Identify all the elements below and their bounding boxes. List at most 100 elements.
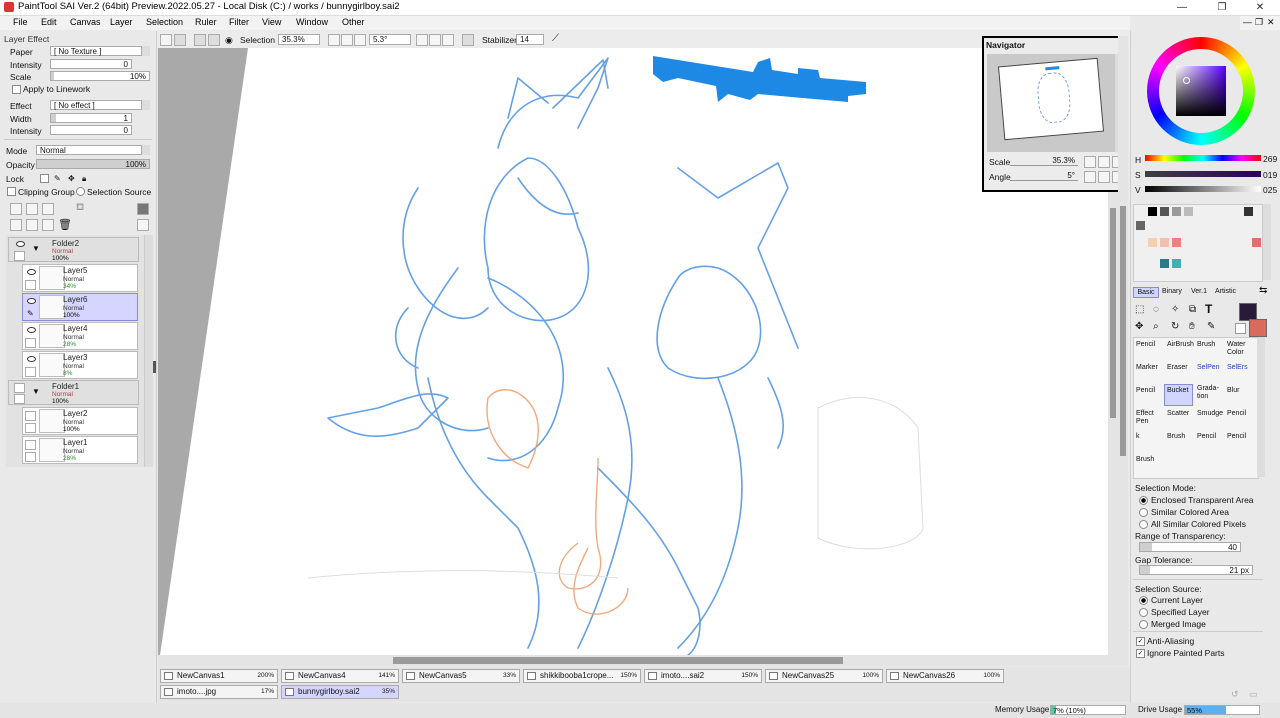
canvas-page[interactable] xyxy=(160,48,1118,655)
new-folder-icon[interactable] xyxy=(42,203,54,215)
magic-wand-icon[interactable]: ✧ xyxy=(1171,304,1179,315)
tool-smudge[interactable]: Smudge xyxy=(1197,410,1223,418)
layer-effect-header[interactable]: Layer Effect xyxy=(4,34,49,44)
menu-other[interactable]: Other xyxy=(342,17,365,27)
tab-bunnygirlboy-active[interactable]: bunnygirlboy.sai2 35% xyxy=(281,685,399,699)
zoom-in-icon[interactable] xyxy=(341,34,353,46)
tool-brush-2[interactable]: Brush xyxy=(1167,433,1185,441)
maximize-button[interactable]: ❐ xyxy=(1202,0,1242,15)
swatch-scrollbar[interactable] xyxy=(1263,204,1271,280)
lock-pen-icon[interactable]: ✎ xyxy=(54,174,61,183)
rotate-right-icon[interactable] xyxy=(429,34,441,46)
layer-lock-box[interactable] xyxy=(25,338,36,348)
undo-icon[interactable] xyxy=(160,34,172,46)
paper-select[interactable]: [ No Texture ] xyxy=(50,46,150,56)
layer-lock-box[interactable] xyxy=(25,367,36,377)
mask-icon[interactable] xyxy=(137,203,149,215)
swatch[interactable] xyxy=(1160,207,1169,216)
swatch[interactable] xyxy=(1136,221,1145,230)
tool-gradation[interactable]: Grada-tion xyxy=(1197,385,1219,401)
invert-selection-icon[interactable] xyxy=(208,34,220,46)
layer-list-scrollbar[interactable] xyxy=(144,235,153,467)
menu-view[interactable]: View xyxy=(262,17,281,27)
menu-ruler[interactable]: Ruler xyxy=(195,17,217,27)
eye-icon[interactable] xyxy=(27,298,36,304)
menu-filter[interactable]: Filter xyxy=(229,17,249,27)
swatch[interactable] xyxy=(1172,207,1181,216)
source-merged-radio[interactable] xyxy=(1139,620,1148,629)
doc-close-button[interactable]: ✕ xyxy=(1267,17,1275,28)
ignore-painted-checkbox[interactable]: ✓ xyxy=(1136,649,1145,658)
right-edge-scroll-thumb[interactable] xyxy=(1120,206,1126,456)
rotate-left-icon[interactable] xyxy=(416,34,428,46)
folder-row[interactable]: ▼ Folder2 Normal 100% xyxy=(8,237,139,262)
menu-selection[interactable]: Selection xyxy=(146,17,183,27)
line-tool-icon[interactable]: ⟋ xyxy=(552,33,559,44)
apply-linework-checkbox[interactable] xyxy=(12,85,21,94)
tab-newcanvas1[interactable]: NewCanvas1 200% xyxy=(160,669,278,683)
tool-pencil[interactable]: Pencil xyxy=(1136,341,1155,349)
trash-icon[interactable]: 🗑︎ xyxy=(58,218,72,231)
eyedropper-icon[interactable]: ✎ xyxy=(1207,321,1215,332)
tab-newcanvas5[interactable]: NewCanvas5 33% xyxy=(402,669,520,683)
eye-icon[interactable] xyxy=(27,356,36,362)
flip-icon[interactable] xyxy=(462,34,474,46)
tool-brush[interactable]: Brush xyxy=(1197,341,1215,349)
tool-watercolor[interactable]: Water Color xyxy=(1227,341,1249,357)
tool-bucket-selected[interactable]: Bucket xyxy=(1164,384,1193,406)
rotate-icon[interactable]: ↻ xyxy=(1171,321,1179,332)
gap-slider[interactable]: 21 px xyxy=(1139,565,1253,575)
color-wheel[interactable] xyxy=(1147,37,1255,145)
canvas-horizontal-scrollbar[interactable] xyxy=(158,655,1118,666)
lock-icon[interactable]: 🔒︎ xyxy=(82,174,86,184)
sv-square[interactable] xyxy=(1176,66,1226,116)
layer-row[interactable]: Layer5 Normal 34% xyxy=(22,264,138,292)
folder-row[interactable]: ▼ Folder1 Normal 100% xyxy=(8,380,139,405)
transfer-down-icon[interactable] xyxy=(10,219,22,231)
effect-select[interactable]: [ No effect ] xyxy=(50,100,150,110)
lock-transparency-checkbox[interactable] xyxy=(40,174,49,183)
rect-select-icon[interactable]: ⬚ xyxy=(1135,304,1144,315)
menu-window[interactable]: Window xyxy=(296,17,328,27)
swatch[interactable] xyxy=(1160,238,1169,247)
tool-selpen[interactable]: SelPen xyxy=(1197,364,1220,372)
tool-blur[interactable]: Blur xyxy=(1227,387,1239,395)
tab-imoto-sai2[interactable]: imoto....sai2 150% xyxy=(644,669,762,683)
tool-airbrush[interactable]: AirBrush xyxy=(1167,341,1194,349)
rotate-right-icon[interactable] xyxy=(1098,171,1110,183)
eye-icon[interactable] xyxy=(27,327,36,333)
visibility-box[interactable] xyxy=(14,383,25,393)
rotate-reset-icon[interactable] xyxy=(442,34,454,46)
layer-lock-box[interactable] xyxy=(14,394,25,404)
swatch[interactable] xyxy=(1184,207,1193,216)
zoom-reset-icon[interactable] xyxy=(354,34,366,46)
eye-icon[interactable] xyxy=(27,269,36,275)
menu-layer[interactable]: Layer xyxy=(110,17,133,27)
layer-lock-box[interactable] xyxy=(25,280,36,290)
intensity2-slider[interactable]: 0 xyxy=(50,125,132,135)
tool-effect-pen[interactable]: Effect Pen xyxy=(1136,410,1158,426)
source-current-radio[interactable] xyxy=(1139,596,1148,605)
clear-layer-icon[interactable] xyxy=(42,219,54,231)
intensity-slider[interactable]: 0 xyxy=(50,59,132,69)
new-pen-layer-icon[interactable] xyxy=(26,203,38,215)
new-layer-icon[interactable] xyxy=(10,203,22,215)
close-button[interactable]: ✕ xyxy=(1240,0,1280,15)
blend-mode-select[interactable]: Normal xyxy=(36,145,150,155)
eye-icon[interactable] xyxy=(16,241,25,247)
tool-k[interactable]: k xyxy=(1136,433,1140,441)
tool-tab-artistic[interactable]: Artistic xyxy=(1215,288,1236,295)
lock-move-icon[interactable]: ✥ xyxy=(68,174,75,183)
hue-slider[interactable] xyxy=(1145,155,1261,161)
secondary-color-swatch[interactable] xyxy=(1249,319,1267,337)
tool-selers[interactable]: SelErs xyxy=(1227,364,1248,372)
tool-marker[interactable]: Marker xyxy=(1136,364,1158,372)
tab-shikkibooba[interactable]: shikkibooba1crope... 150% xyxy=(523,669,641,683)
width-slider[interactable]: 1 xyxy=(50,113,132,123)
swatch[interactable] xyxy=(1252,238,1261,247)
menu-canvas[interactable]: Canvas xyxy=(70,17,101,27)
nav-angle-slider[interactable]: 5° xyxy=(1010,171,1078,181)
folder-arrow-icon[interactable]: ▼ xyxy=(32,244,40,253)
menu-file[interactable]: File xyxy=(13,17,28,27)
rotation-select[interactable]: 5.3° xyxy=(369,34,411,45)
